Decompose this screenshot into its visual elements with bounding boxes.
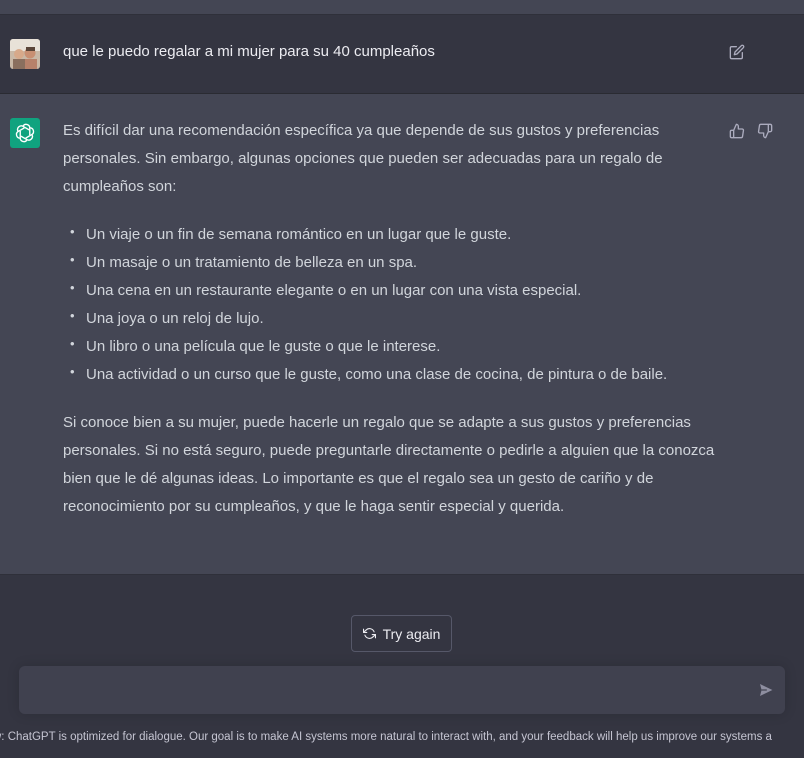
list-item-text: Una actividad o un curso que le guste, c… <box>86 366 668 383</box>
list-item-text: Un viaje o un fin de semana romántico en… <box>86 226 512 243</box>
thumbs-down-button[interactable] <box>755 121 775 141</box>
user-message-text: que le puedo regalar a mi mujer para su … <box>63 43 435 60</box>
thumbs-down-icon <box>757 123 773 139</box>
list-item: • Un libro o una película que le guste o … <box>63 333 723 361</box>
send-button[interactable] <box>756 680 776 700</box>
try-again-button[interactable]: Try again <box>351 615 452 652</box>
assistant-intro-paragraph: Es difícil dar una recomendación específ… <box>63 122 663 195</box>
assistant-avatar <box>10 118 40 148</box>
edit-message-button[interactable] <box>727 42 747 62</box>
list-item-text: Un masaje o un tratamiento de belleza en… <box>86 254 418 271</box>
list-item: • Un viaje o un fin de semana romántico e… <box>63 221 723 249</box>
user-message-row: que le puedo regalar a mi mujer para su … <box>0 15 804 94</box>
thumbs-up-icon <box>729 123 745 139</box>
assistant-message-content: Es difícil dar una recomendación específ… <box>63 117 723 521</box>
bullet-icon: • <box>70 224 75 239</box>
assistant-closing-paragraph: Si conoce bien a su mujer, puede hacerle… <box>63 414 715 515</box>
assistant-message-row: Es difícil dar una recomendación específ… <box>0 94 804 575</box>
bullet-icon: • <box>70 252 75 267</box>
user-avatar <box>10 39 40 69</box>
edit-icon <box>729 44 745 60</box>
list-item-text: Un libro o una película que le guste o q… <box>86 338 441 355</box>
list-item-text: Una joya o un reloj de lujo. <box>86 310 264 327</box>
message-input[interactable] <box>35 678 739 704</box>
list-item-text: Una cena en un restaurante elegante o en… <box>86 282 582 299</box>
message-composer <box>19 666 785 714</box>
list-item: • Un masaje o un tratamiento de belleza e… <box>63 249 723 277</box>
bullet-icon: • <box>70 336 75 351</box>
list-item: • Una cena en un restaurante elegante o e… <box>63 277 723 305</box>
refresh-icon <box>362 628 376 639</box>
footer-disclaimer: w: ChatGPT is optimized for dialogue. Ou… <box>0 731 772 743</box>
previous-message-strip <box>0 0 804 15</box>
user-photo-avatar <box>10 39 40 69</box>
list-item: • Una joya o un reloj de lujo. <box>63 305 723 333</box>
bullet-icon: • <box>70 280 75 295</box>
thumbs-up-button[interactable] <box>727 121 747 141</box>
list-item: • Una actividad o un curso que le guste, … <box>63 361 723 389</box>
send-icon <box>760 684 773 696</box>
openai-logo-icon <box>15 123 35 143</box>
try-again-label: Try again <box>382 625 441 642</box>
chat-page: que le puedo regalar a mi mujer para su … <box>0 0 804 758</box>
bullet-icon: • <box>70 364 75 379</box>
bullet-icon: • <box>70 308 75 323</box>
gift-suggestions-list: • Un viaje o un fin de semana romántico e… <box>63 221 723 389</box>
